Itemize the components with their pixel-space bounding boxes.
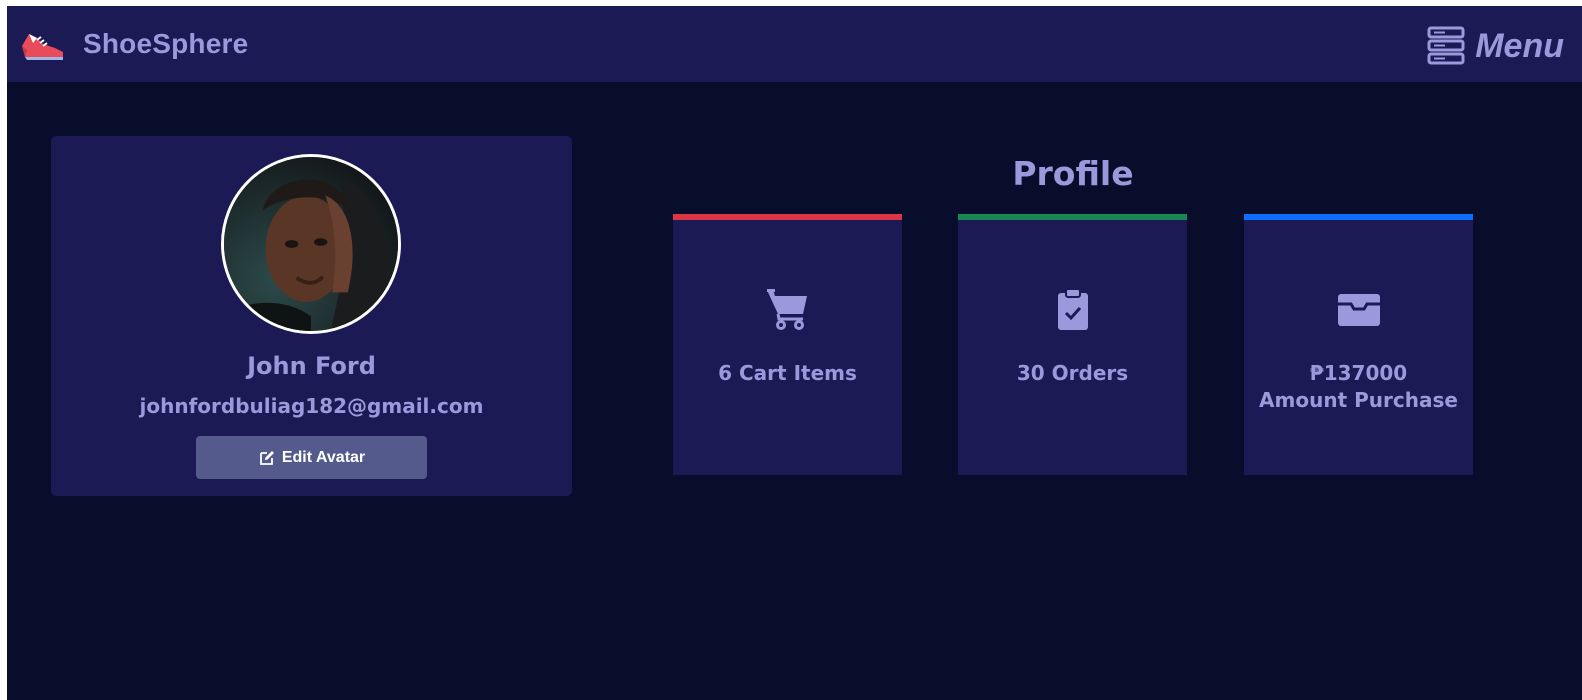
user-name: John Ford <box>247 352 376 380</box>
avatar-image <box>224 157 398 331</box>
clipboard-check-icon <box>1057 288 1088 330</box>
accent-bar <box>1244 214 1473 220</box>
accent-bar <box>958 214 1187 220</box>
stat-card-cart[interactable]: 6 Cart Items <box>673 214 902 475</box>
app-frame: ShoeSphere Menu John Ford johnfordbuliag… <box>7 6 1582 700</box>
stat-line-1: 30 Orders <box>1016 361 1129 385</box>
sneaker-icon <box>22 34 63 60</box>
inbox-icon <box>1337 294 1380 326</box>
navbar: ShoeSphere Menu <box>7 6 1582 82</box>
user-email: johnfordbuliag182@gmail.com <box>139 394 484 418</box>
stat-line-1: 6 Cart Items <box>718 361 857 385</box>
profile-card: John Ford johnfordbuliag182@gmail.com Ed… <box>51 136 572 496</box>
stat-label: 6 Cart Items <box>673 360 902 387</box>
brand[interactable]: ShoeSphere <box>19 24 248 64</box>
brand-name: ShoeSphere <box>83 28 249 59</box>
stat-line-1: ₱137000 <box>1309 361 1408 385</box>
stat-label: ₱137000 Amount Purchase <box>1244 360 1473 414</box>
edit-avatar-button[interactable]: Edit Avatar <box>196 436 427 479</box>
section-title: Profile <box>1012 154 1134 193</box>
stat-line-2: Amount Purchase <box>1259 388 1458 412</box>
menu-button[interactable]: Menu <box>1427 24 1564 68</box>
server-stack-icon <box>1427 26 1465 65</box>
edit-avatar-label: Edit Avatar <box>281 448 366 466</box>
pencil-square-icon <box>259 450 274 465</box>
accent-bar <box>673 214 902 220</box>
menu-label: Menu <box>1475 26 1564 65</box>
avatar <box>221 154 401 334</box>
stat-card-amount[interactable]: ₱137000 Amount Purchase <box>1244 214 1473 475</box>
stat-label: 30 Orders <box>958 360 1187 387</box>
cart-icon <box>766 289 807 330</box>
stat-card-orders[interactable]: 30 Orders <box>958 214 1187 475</box>
